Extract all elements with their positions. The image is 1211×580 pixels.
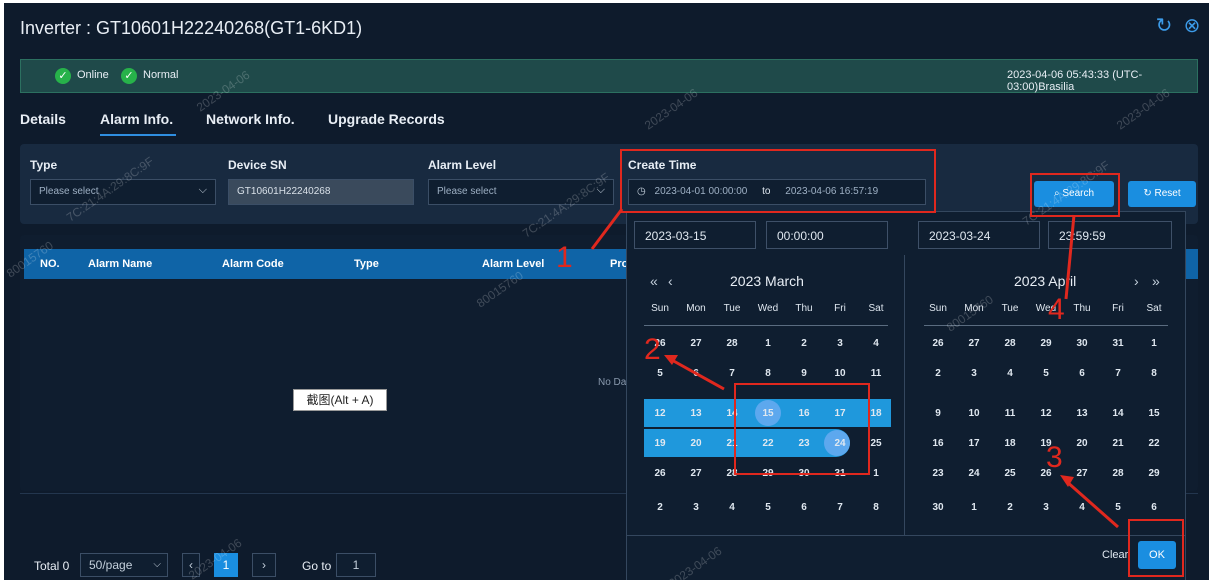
annotation-arrows xyxy=(590,208,1119,529)
inverter-detail-dialog: Inverter : GT10601H22240268(GT1-6KD1) ↻ … xyxy=(4,3,1209,580)
